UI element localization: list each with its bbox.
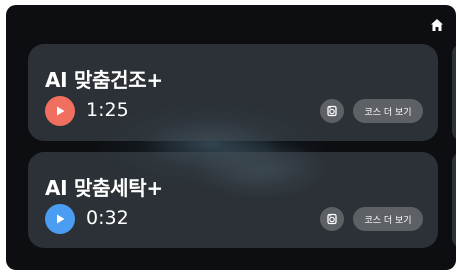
play-button[interactable] bbox=[45, 96, 75, 126]
home-button[interactable] bbox=[428, 16, 446, 34]
appliance-screen: AI 맞춤건조+ 1:25 코스 더 보기 AI 맞춤세탁+ 0:32 코스 더… bbox=[6, 5, 456, 270]
next-card-peek[interactable] bbox=[452, 152, 456, 248]
more-courses-button[interactable]: 코스 더 보기 bbox=[353, 99, 423, 123]
course-option-button[interactable] bbox=[320, 207, 344, 231]
next-card-peek[interactable] bbox=[452, 44, 456, 141]
course-card-dry[interactable]: AI 맞춤건조+ 1:25 코스 더 보기 bbox=[28, 44, 438, 141]
play-button[interactable] bbox=[45, 204, 75, 234]
home-icon bbox=[431, 19, 443, 31]
more-courses-button[interactable]: 코스 더 보기 bbox=[353, 207, 423, 231]
course-option-button[interactable] bbox=[320, 99, 344, 123]
play-icon bbox=[57, 214, 65, 224]
remaining-time: 0:32 bbox=[86, 207, 129, 229]
course-title: AI 맞춤건조+ bbox=[45, 68, 163, 92]
play-icon bbox=[57, 106, 65, 116]
course-card-wash[interactable]: AI 맞춤세탁+ 0:32 코스 더 보기 bbox=[28, 152, 438, 248]
dryer-option-icon bbox=[327, 105, 337, 117]
remaining-time: 1:25 bbox=[86, 99, 129, 121]
washer-option-icon bbox=[327, 213, 337, 225]
course-title: AI 맞춤세탁+ bbox=[45, 176, 163, 200]
